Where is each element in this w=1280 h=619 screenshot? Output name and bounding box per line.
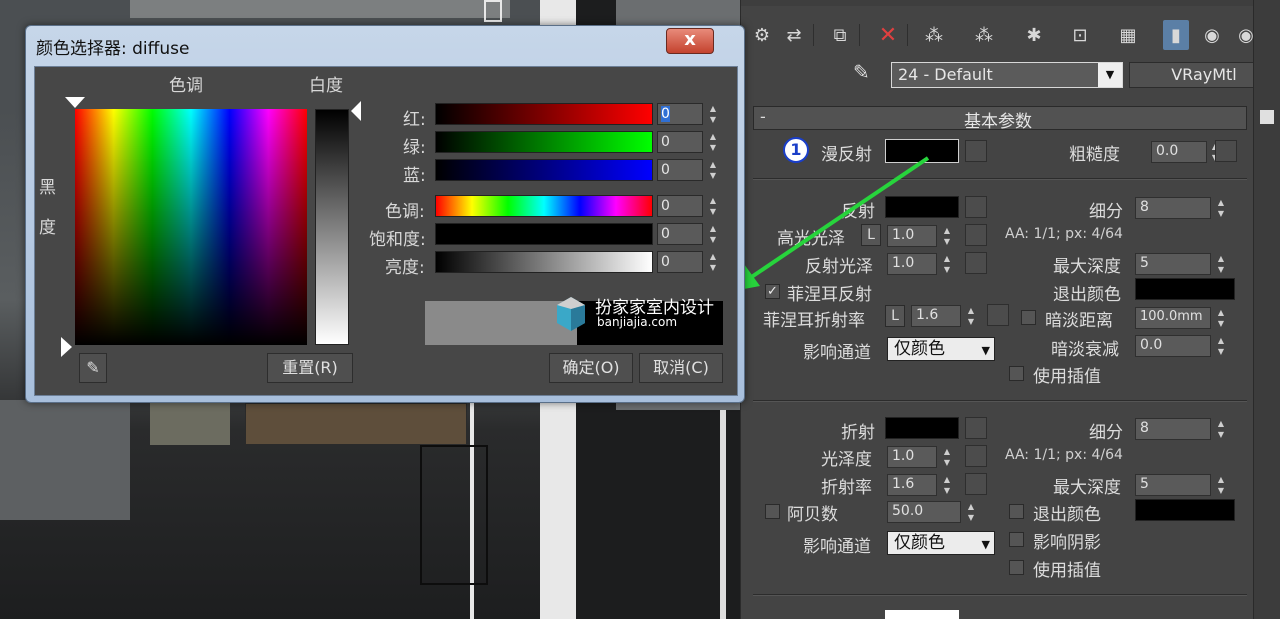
saturation-label: 饱和度: [369, 230, 426, 250]
close-button[interactable]: x [666, 28, 714, 54]
red-value: 0 [661, 106, 670, 122]
blue-spinner[interactable]: ▲ ▼ [705, 159, 721, 181]
whiteness-marker[interactable] [351, 101, 361, 121]
green-field[interactable]: 0 [657, 131, 703, 153]
value-label: 亮度: [385, 258, 425, 278]
green-label: 绿: [403, 138, 426, 158]
red-label: 红: [403, 110, 426, 130]
blackness-marker[interactable] [61, 337, 72, 357]
hue-blackness-field[interactable] [75, 109, 307, 345]
blue-slider[interactable] [435, 159, 653, 181]
hue-field[interactable]: 0 [657, 195, 703, 217]
whiteness-bar[interactable] [315, 109, 349, 345]
eyedropper-icon: ✎ [86, 358, 100, 377]
hue-spinner[interactable]: ▲ ▼ [705, 195, 721, 217]
saturation-field[interactable]: 0 [657, 223, 703, 245]
saturation-slider[interactable] [435, 223, 653, 245]
value-slider[interactable] [435, 251, 653, 273]
hue-marker[interactable] [65, 97, 85, 108]
dialog-title: 颜色选择器: diffuse [36, 39, 190, 59]
watermark-logo [557, 297, 585, 331]
arrow-shaft [748, 156, 930, 280]
blue-field[interactable]: 0 [657, 159, 703, 181]
cancel-button[interactable]: 取消(C) [639, 353, 723, 383]
red-field[interactable]: 0 [657, 103, 703, 125]
blackness-label: 度 [39, 218, 56, 238]
color-picker-dialog: 颜色选择器: diffuse x 色调 白度 黑 度 ✎ 重置(R) 红: 0 … [25, 25, 745, 403]
value-field[interactable]: 0 [657, 251, 703, 273]
hue-channel-label: 色调: [385, 202, 425, 222]
hue-label: 色调 [169, 76, 203, 96]
watermark-url: banjiajia.com [597, 315, 678, 329]
blue-label: 蓝: [403, 166, 426, 186]
red-spinner[interactable]: ▲ ▼ [705, 103, 721, 125]
eyedropper-button[interactable]: ✎ [79, 353, 107, 383]
blackness-label: 黑 [39, 178, 56, 198]
whiteness-label: 白度 [309, 76, 343, 96]
ok-button[interactable]: 确定(O) [549, 353, 633, 383]
red-slider[interactable] [435, 103, 653, 125]
close-icon: x [684, 29, 696, 50]
green-spinner[interactable]: ▲ ▼ [705, 131, 721, 153]
reset-button[interactable]: 重置(R) [267, 353, 353, 383]
dialog-body: 色调 白度 黑 度 ✎ 重置(R) 红: 0 ▲ ▼ 绿: 0 ▲ ▼ 蓝: 0 ▲… [34, 66, 738, 396]
saturation-spinner[interactable]: ▲ ▼ [705, 223, 721, 245]
green-slider[interactable] [435, 131, 653, 153]
value-spinner[interactable]: ▲ ▼ [705, 251, 721, 273]
hue-slider[interactable] [435, 195, 653, 217]
